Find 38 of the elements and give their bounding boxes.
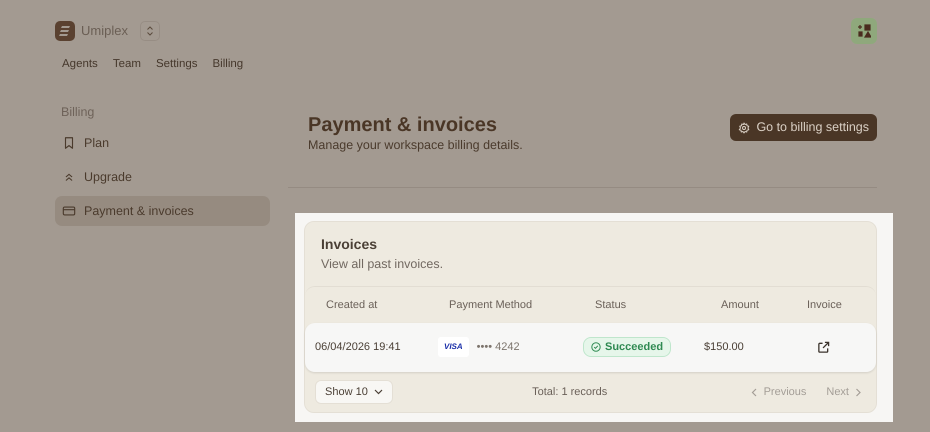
up-down-chevron-icon — [146, 26, 154, 36]
column-header: Status — [595, 298, 626, 310]
billing-settings-button[interactable]: Go to billing settings — [730, 114, 877, 141]
page-size-dropdown[interactable]: Show 10 — [315, 380, 393, 404]
sidebar-item[interactable]: Payment & invoices — [55, 196, 270, 226]
workspace-name: Umiplex — [81, 22, 128, 40]
external-link-icon[interactable] — [817, 340, 830, 354]
workspace-switcher-button[interactable] — [140, 21, 160, 41]
nav-link[interactable]: Settings — [156, 56, 198, 74]
nav-link[interactable]: Billing — [212, 56, 244, 74]
sidebar-item[interactable]: Plan — [55, 128, 270, 158]
chevron-right-icon — [855, 388, 862, 396]
credit-card-icon — [62, 204, 76, 218]
page-subtitle: Manage your workspace billing details. — [308, 137, 523, 154]
nav-link[interactable]: Agents — [62, 56, 98, 74]
column-header: Created at — [326, 298, 378, 310]
card-number: •••• 4242 — [476, 340, 520, 355]
records-total: Total: 1 records — [532, 386, 608, 398]
column-header: Invoice — [807, 298, 842, 310]
column-header: Amount — [721, 298, 759, 310]
card-title: Invoices — [321, 235, 378, 254]
amount: $150.00 — [704, 341, 744, 353]
card-brand-logo: VISA — [438, 337, 469, 358]
nav-link[interactable]: Team — [112, 56, 141, 74]
sidebar-item[interactable]: Upgrade — [55, 162, 270, 192]
workspace-logo-icon — [55, 21, 75, 41]
created-date: 06/04/2026 19:41 — [315, 341, 401, 353]
chevron-left-icon — [750, 388, 758, 396]
check-circle-icon — [591, 342, 601, 352]
page-title: Payment & invoices — [308, 114, 498, 136]
settings-icon — [738, 122, 750, 134]
column-header: Payment Method — [449, 298, 532, 310]
card-subtitle: View all past invoices. — [321, 256, 444, 273]
status-badge: Succeeded — [583, 336, 672, 358]
chevron-down-icon — [374, 389, 383, 395]
user-avatar[interactable] — [851, 18, 877, 44]
sidebar-heading: Billing — [60, 104, 96, 122]
bookmark-icon — [62, 136, 76, 150]
